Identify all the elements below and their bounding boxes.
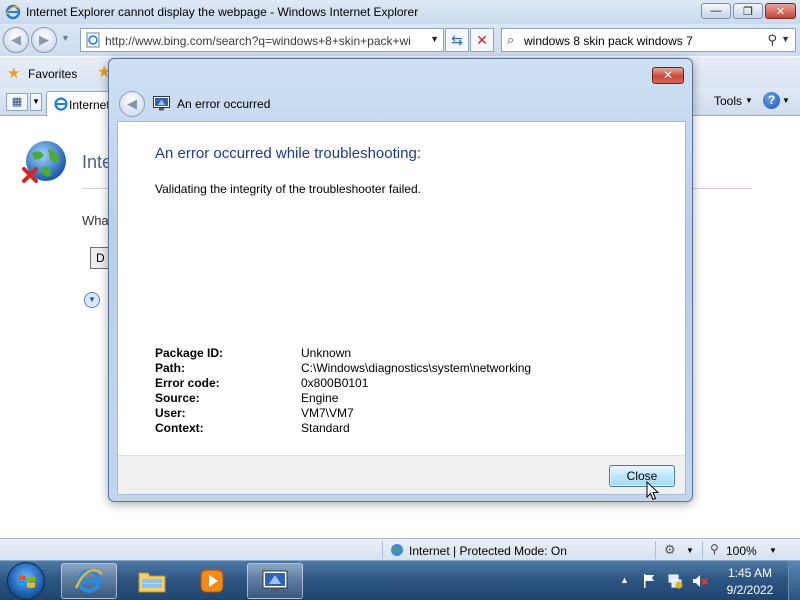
taskbar-windows-explorer[interactable]	[124, 563, 180, 599]
status-bar: Internet | Protected Mode: On ⚙ ▼ ⚲ 100%…	[0, 538, 800, 560]
detail-label: User:	[155, 406, 186, 420]
recent-pages-dropdown[interactable]: ▼	[61, 33, 70, 43]
detail-label: Error code:	[155, 376, 220, 390]
close-button[interactable]: Close	[609, 465, 675, 487]
status-divider	[702, 541, 703, 559]
gear-dropdown-icon[interactable]: ▼	[686, 546, 694, 555]
dialog-body: An error occurred while troubleshooting:…	[117, 121, 686, 495]
troubleshooter-icon	[262, 570, 288, 591]
zoom-dropdown-icon[interactable]: ▼	[769, 546, 777, 555]
window-close-button[interactable]: ✕	[765, 3, 796, 19]
error-dialog: ✕ ◀ An error occurred An error occurred …	[108, 58, 693, 502]
taskbar-internet-explorer[interactable]	[61, 563, 117, 599]
status-divider	[655, 541, 656, 559]
stop-button[interactable]: ✕	[470, 28, 494, 52]
troubleshooter-app-icon	[153, 96, 170, 111]
taskbar-troubleshooter[interactable]	[247, 563, 303, 599]
start-orb-icon	[19, 575, 35, 588]
expand-more-info-icon[interactable]: ▼	[84, 292, 100, 308]
dialog-back-button[interactable]: ◀	[119, 91, 145, 117]
detail-value: 0x800B0101	[301, 376, 369, 390]
quick-tabs-button[interactable]: ▦	[6, 93, 28, 111]
status-divider	[382, 541, 383, 559]
globe-error-icon	[22, 141, 66, 183]
dialog-close-x-button[interactable]: ✕	[652, 67, 684, 84]
network-icon[interactable]	[667, 573, 683, 589]
ie-taskbar-icon	[75, 569, 103, 593]
detail-label: Context:	[155, 421, 204, 435]
address-bar[interactable]: http://www.bing.com/search?q=windows+8+s…	[80, 28, 444, 52]
ie-title-bar: Internet Explorer cannot display the web…	[0, 0, 800, 24]
back-icon: ◀	[11, 32, 21, 47]
detail-value: C:\Windows\diagnostics\system\networking	[301, 361, 532, 375]
security-zone-text[interactable]: Internet | Protected Mode: On	[409, 544, 567, 558]
search-provider-icon: ⌕	[507, 32, 515, 47]
detail-value: Standard	[301, 421, 350, 435]
error-heading: An error occurred while troubleshooting:	[155, 145, 421, 162]
search-icon[interactable]: ⚲	[767, 32, 777, 48]
folder-icon	[138, 572, 166, 593]
stop-icon: ✕	[476, 31, 488, 48]
tools-dropdown-icon[interactable]: ▼	[745, 96, 753, 105]
detail-row: Source: Engine	[155, 391, 635, 406]
clock-time[interactable]: 1:45 AM	[727, 566, 773, 580]
help-dropdown-icon[interactable]: ▼	[782, 96, 790, 105]
taskbar: ▲ 1:45 AM 9/2/2022	[0, 560, 800, 600]
back-arrow-icon: ◀	[127, 96, 137, 111]
error-details: Package ID: Unknown Path: C:\Windows\dia…	[155, 346, 635, 436]
show-hidden-icons-button[interactable]: ▲	[620, 575, 629, 585]
volume-muted-icon[interactable]	[692, 573, 708, 589]
detail-value: Engine	[301, 391, 339, 405]
detail-row: Path: C:\Windows\diagnostics\system\netw…	[155, 361, 635, 376]
search-box[interactable]: ⌕ ⚲ ▼	[501, 28, 796, 52]
taskbar-media-player[interactable]	[184, 563, 240, 599]
detail-row: User: VM7\VM7	[155, 406, 635, 421]
detail-label: Package ID:	[155, 346, 224, 360]
back-button[interactable]: ◀	[3, 27, 29, 53]
detail-value: VM7\VM7	[301, 406, 354, 420]
tools-menu[interactable]: Tools	[714, 94, 742, 108]
forward-button[interactable]: ▶	[31, 27, 57, 53]
refresh-icon: ⇆	[451, 31, 463, 48]
tab-label: Internet	[69, 98, 110, 112]
start-button[interactable]	[7, 562, 45, 600]
show-desktop-button[interactable]	[788, 561, 800, 600]
help-icon[interactable]: ?	[763, 92, 780, 109]
ie-tab-icon	[54, 97, 68, 111]
maximize-button[interactable]: ❐	[733, 3, 763, 19]
forward-icon: ▶	[39, 32, 49, 47]
tab-list-dropdown[interactable]: ▼	[30, 93, 42, 111]
address-toolbar: ◀ ▶ ▼ http://www.bing.com/search?q=windo…	[0, 24, 800, 56]
detail-value: Unknown	[301, 346, 352, 360]
zoom-level[interactable]: 100%	[726, 544, 757, 558]
search-input[interactable]	[524, 32, 764, 49]
detail-row: Package ID: Unknown	[155, 346, 635, 361]
window-title: Internet Explorer cannot display the web…	[26, 5, 419, 19]
address-url[interactable]: http://www.bing.com/search?q=windows+8+s…	[105, 34, 425, 48]
clock-date[interactable]: 9/2/2022	[722, 583, 778, 597]
protected-mode-gear-icon[interactable]: ⚙	[664, 542, 676, 558]
dialog-footer: Close	[118, 455, 685, 494]
zoom-icon[interactable]: ⚲	[710, 542, 719, 556]
action-center-flag-icon[interactable]	[641, 573, 657, 589]
page-question: Wha	[82, 213, 109, 228]
detail-label: Path:	[155, 361, 185, 375]
ie-app-icon	[5, 4, 21, 20]
media-player-icon	[200, 569, 224, 593]
mouse-cursor-icon	[646, 481, 660, 501]
error-message: Validating the integrity of the troubles…	[155, 182, 421, 196]
dialog-title: An error occurred	[177, 97, 271, 111]
internet-zone-icon	[391, 544, 403, 556]
refresh-button[interactable]: ⇆	[445, 28, 469, 52]
address-dropdown-icon[interactable]: ▼	[430, 34, 439, 44]
favorites-star-icon[interactable]: ★	[7, 64, 20, 82]
search-options-dropdown[interactable]: ▼	[781, 34, 790, 44]
page-icon	[86, 32, 100, 48]
detail-label: Source:	[155, 391, 200, 405]
minimize-button[interactable]: —	[701, 3, 731, 19]
detail-row: Error code: 0x800B0101	[155, 376, 635, 391]
detail-row: Context: Standard	[155, 421, 635, 436]
favorites-button[interactable]: Favorites	[28, 67, 77, 81]
